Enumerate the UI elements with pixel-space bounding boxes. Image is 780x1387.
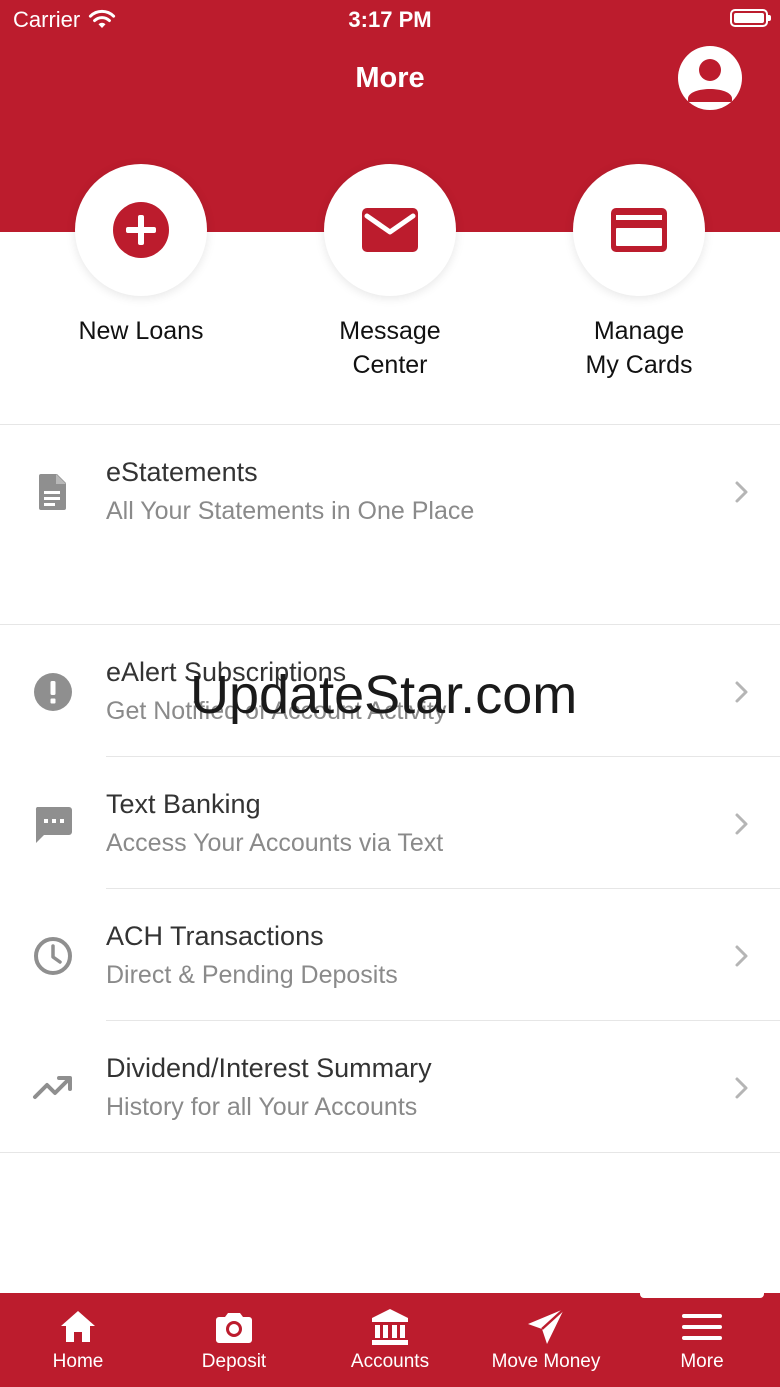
chevron-right-icon (735, 1077, 748, 1099)
section-spacer (0, 556, 780, 624)
status-time: 3:17 PM (348, 7, 432, 32)
tab-move-money[interactable]: Move Money (468, 1293, 624, 1387)
new-loans-circle (75, 164, 207, 296)
tab-more[interactable]: More (624, 1293, 780, 1387)
manage-cards-label-line2: My Cards (585, 351, 693, 379)
chevron-right-icon (735, 813, 748, 835)
tab-label: Accounts (350, 1351, 430, 1372)
manage-cards-circle (573, 164, 705, 296)
chevron-right-icon (735, 681, 748, 703)
menu-item-subtitle: History for all Your Accounts (106, 1093, 418, 1121)
menu-item-subtitle: All Your Statements in One Place (106, 497, 475, 525)
plus-circle-icon (113, 202, 169, 258)
menu-item-dividend-interest-summary[interactable]: Dividend/Interest Summary History for al… (0, 1021, 780, 1153)
chevron-right-icon (735, 481, 748, 503)
tab-deposit[interactable]: Deposit (156, 1293, 312, 1387)
send-icon (528, 1308, 565, 1344)
menu-item-title: eAlert Subscriptions (106, 657, 347, 687)
menu-item-subtitle: Access Your Accounts via Text (106, 829, 444, 857)
tab-label: More (680, 1351, 724, 1372)
tab-accounts[interactable]: Accounts (312, 1293, 468, 1387)
status-bar: Carrier 3:17 PM (0, 0, 780, 40)
profile-button[interactable] (678, 46, 742, 110)
document-icon (39, 474, 66, 510)
page-title: More (355, 62, 425, 94)
menu-item-subtitle: Get Notified of Account Activity (106, 697, 447, 725)
new-loans-button[interactable]: New Loans (21, 164, 261, 348)
bank-icon (372, 1309, 408, 1345)
battery-icon (730, 9, 771, 27)
trending-up-icon (33, 1076, 72, 1099)
message-center-label-line1: Message (339, 317, 441, 345)
tab-label: Deposit (201, 1351, 267, 1372)
menu-item-ach-transactions[interactable]: ACH Transactions Direct & Pending Deposi… (0, 889, 780, 1021)
menu-item-title: eStatements (106, 457, 258, 487)
message-center-button[interactable]: Message Center (270, 164, 510, 382)
home-icon (61, 1311, 95, 1342)
message-center-label-line2: Center (352, 351, 428, 379)
divider (0, 1152, 780, 1153)
tab-label: Move Money (491, 1351, 601, 1372)
menu-item-title: Dividend/Interest Summary (106, 1053, 432, 1083)
tab-bar: Home Deposit Accounts Move Money More (0, 1293, 780, 1387)
menu-item-subtitle: Direct & Pending Deposits (106, 961, 398, 989)
user-avatar-icon (688, 59, 732, 102)
menu-item-title: ACH Transactions (106, 921, 324, 951)
menu-item-text-banking[interactable]: Text Banking Access Your Accounts via Te… (0, 757, 780, 889)
menu-item-ealert-subscriptions[interactable]: eAlert Subscriptions Get Notified of Acc… (0, 625, 780, 757)
alert-icon (34, 673, 72, 711)
quick-actions: New Loans Message Center Manage My Cards (0, 164, 780, 424)
envelope-icon (362, 208, 418, 252)
credit-card-icon (611, 208, 667, 252)
chevron-right-icon (735, 945, 748, 967)
manage-cards-label: Manage My Cards (519, 314, 759, 382)
message-center-circle (324, 164, 456, 296)
menu-icon (682, 1314, 722, 1340)
menu-item-estatements[interactable]: eStatements All Your Statements in One P… (0, 425, 780, 557)
clock-icon (34, 937, 72, 975)
manage-cards-label-line1: Manage (593, 317, 685, 345)
chat-icon (35, 807, 72, 843)
tab-label: Home (52, 1351, 104, 1372)
manage-cards-button[interactable]: Manage My Cards (519, 164, 759, 382)
menu-item-title: Text Banking (106, 789, 261, 819)
new-loans-label-line1: New Loans (78, 317, 204, 345)
tab-home[interactable]: Home (0, 1293, 156, 1387)
message-center-label: Message Center (270, 314, 510, 382)
camera-icon (216, 1313, 252, 1343)
new-loans-label: New Loans (21, 314, 261, 348)
active-tab-indicator (640, 1290, 764, 1298)
